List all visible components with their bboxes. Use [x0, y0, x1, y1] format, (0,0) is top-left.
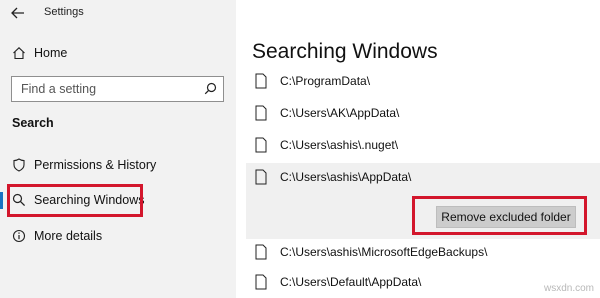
back-button[interactable] [8, 4, 28, 22]
document-icon [255, 105, 267, 121]
info-icon [12, 229, 26, 243]
highlight-box [7, 184, 143, 217]
folder-path: C:\Users\AK\AppData\ [280, 106, 400, 120]
nav-item-label: More details [34, 229, 103, 243]
excluded-folder-item[interactable]: C:\ProgramData\ [246, 69, 600, 99]
document-icon [255, 169, 267, 185]
document-icon [255, 137, 267, 153]
search-icon[interactable] [204, 82, 217, 95]
nav-item-more-details[interactable]: More details [0, 223, 236, 249]
document-icon [255, 73, 267, 89]
home-nav-item[interactable]: Home [0, 42, 236, 66]
document-icon [255, 274, 267, 290]
page-title: Searching Windows [252, 40, 438, 63]
app-title: Settings [44, 6, 84, 18]
document-icon [255, 244, 267, 260]
nav-item-label: Permissions & History [34, 158, 157, 172]
search-input[interactable] [12, 77, 202, 101]
watermark: wsxdn.com [543, 283, 594, 294]
highlight-box [412, 196, 587, 235]
folder-path: C:\Users\ashis\MicrosoftEdgeBackups\ [280, 245, 488, 259]
folder-path: C:\Users\Default\AppData\ [280, 275, 422, 289]
navigation-pane: Settings Home Search Permissions & Histo… [0, 0, 236, 298]
main-content: Searching Windows C:\ProgramData\ C:\Use… [236, 0, 600, 298]
home-label: Home [34, 46, 68, 60]
nav-item-permissions-history[interactable]: Permissions & History [0, 152, 236, 178]
folder-path: C:\ProgramData\ [280, 74, 371, 88]
excluded-folder-item[interactable]: C:\Users\AK\AppData\ [246, 101, 600, 131]
folder-path: C:\Users\ashis\AppData\ [280, 170, 412, 184]
title-bar: Settings [0, 0, 236, 28]
excluded-folder-item[interactable]: C:\Users\ashis\.nuget\ [246, 133, 600, 163]
folder-path: C:\Users\ashis\.nuget\ [280, 138, 399, 152]
home-icon [13, 47, 25, 60]
excluded-folder-item[interactable]: C:\Users\ashis\MicrosoftEdgeBackups\ [246, 240, 600, 270]
find-setting-search[interactable] [11, 76, 224, 102]
active-indicator [0, 192, 3, 209]
back-arrow-icon [11, 7, 24, 19]
section-heading: Search [12, 116, 54, 130]
shield-icon [13, 158, 25, 172]
